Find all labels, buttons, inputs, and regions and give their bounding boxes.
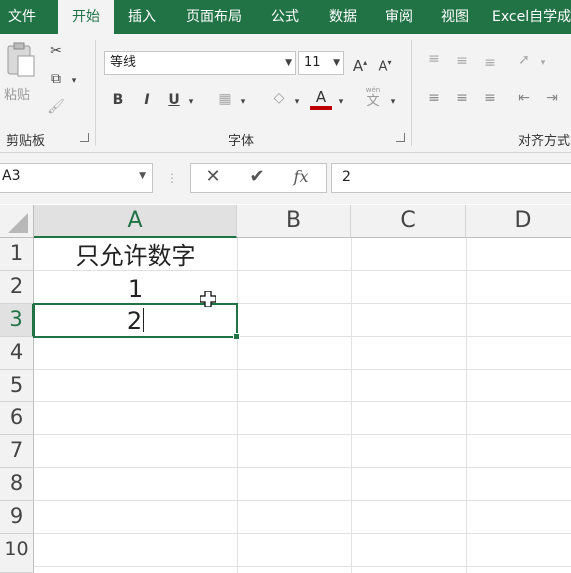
align-middle-icon[interactable]: ≡: [452, 52, 472, 70]
alignment-group-label: 对齐方式: [518, 134, 571, 149]
align-left-icon[interactable]: ≡: [424, 89, 444, 107]
column-header-c[interactable]: C: [351, 205, 466, 238]
align-top-icon[interactable]: ≡: [424, 50, 444, 68]
phonetic-dropdown-icon[interactable]: ▾: [388, 93, 398, 111]
align-bottom-icon[interactable]: ≡: [480, 54, 500, 72]
grid-line: [466, 238, 467, 573]
text-cursor: [143, 308, 145, 332]
grid-line: [34, 500, 571, 501]
decrease-indent-icon[interactable]: ⇤: [514, 89, 534, 107]
align-right-icon[interactable]: ≡: [480, 89, 500, 107]
border-icon[interactable]: ▦: [214, 90, 236, 108]
formula-bar-area: A3 ▼ ⋮ ✕ ✔ fx 2: [0, 153, 571, 204]
paste-icon[interactable]: [4, 42, 38, 78]
cancel-icon[interactable]: ✕: [203, 168, 223, 186]
formula-input[interactable]: 2: [331, 163, 571, 193]
decrease-font-size-icon[interactable]: A▾: [376, 54, 394, 76]
format-painter-icon[interactable]: 🖌: [46, 98, 66, 116]
font-color-icon[interactable]: A: [310, 88, 332, 112]
cell-select-cursor-icon: [199, 290, 217, 308]
tab-review[interactable]: 审阅: [376, 0, 422, 34]
grid-line: [34, 467, 571, 468]
select-all-button[interactable]: [0, 205, 34, 238]
ribbon-tab-bar: 文件 开始 插入 页面布局 公式 数据 审阅 视图 Excel自学成: [0, 0, 571, 34]
font-color-dropdown-icon[interactable]: ▾: [336, 93, 346, 111]
underline-dropdown-icon[interactable]: ▾: [186, 93, 196, 111]
cut-icon[interactable]: ✂: [46, 42, 66, 60]
tab-view[interactable]: 视图: [432, 0, 478, 34]
group-divider: [95, 40, 96, 146]
align-center-icon[interactable]: ≡: [452, 89, 472, 107]
font-dialog-launcher-icon[interactable]: [396, 133, 405, 142]
font-color-swatch: [310, 106, 332, 110]
fill-handle[interactable]: [233, 333, 240, 340]
font-name-value: 等线: [110, 55, 137, 70]
italic-button[interactable]: I: [138, 91, 156, 109]
tab-excel-learning[interactable]: Excel自学成: [492, 0, 571, 34]
active-cell-a3[interactable]: 2: [33, 303, 240, 340]
font-size-combo[interactable]: 11 ▼: [298, 51, 344, 75]
bold-button[interactable]: B: [109, 91, 127, 109]
clipboard-dialog-launcher-icon[interactable]: [80, 133, 89, 142]
cell-a3: 2: [126, 307, 143, 335]
row-header-6[interactable]: 6: [0, 402, 34, 435]
font-size-value: 11: [304, 55, 321, 70]
more-options-icon[interactable]: ⋮: [166, 169, 178, 187]
row-header-1[interactable]: 1: [0, 238, 34, 271]
grid-line: [34, 533, 571, 534]
row-header-9[interactable]: 9: [0, 501, 34, 534]
insert-function-icon[interactable]: fx: [289, 168, 313, 186]
row-header-5[interactable]: 5: [0, 370, 34, 402]
tab-page-layout[interactable]: 页面布局: [176, 0, 252, 34]
cell-a1[interactable]: 只允许数字: [34, 240, 237, 272]
grid-line: [34, 401, 571, 402]
paste-button-label[interactable]: 粘贴: [4, 84, 30, 103]
border-dropdown-icon[interactable]: ▾: [238, 93, 248, 111]
phonetic-guide-icon[interactable]: wén 文: [362, 86, 384, 112]
tab-insert[interactable]: 插入: [122, 0, 162, 34]
grid-line: [34, 434, 571, 435]
tab-home[interactable]: 开始: [58, 0, 114, 34]
row-header-2[interactable]: 2: [0, 271, 34, 304]
ribbon-home: 粘贴 ✂ ⧉ ▾ 🖌 剪贴板 等线 ▼ 11 ▼ A▴ A▾ B I U ▾ ▦…: [0, 34, 571, 153]
tab-formulas[interactable]: 公式: [262, 0, 308, 34]
increase-font-size-icon[interactable]: A▴: [351, 54, 369, 75]
grid-line: [34, 566, 571, 567]
row-header-3[interactable]: 3: [0, 304, 34, 337]
row-header-10[interactable]: 10: [0, 534, 34, 573]
name-box-value: A3: [2, 168, 21, 184]
column-header-a[interactable]: A: [34, 205, 237, 238]
grid-line: [237, 238, 238, 573]
tab-file[interactable]: 文件: [0, 0, 44, 34]
copy-dropdown-icon[interactable]: ▾: [68, 72, 80, 90]
column-header-d[interactable]: D: [466, 205, 571, 238]
chevron-down-icon[interactable]: ▼: [285, 52, 292, 74]
font-group-label: 字体: [228, 134, 255, 149]
grid-line: [351, 238, 352, 573]
chevron-down-icon[interactable]: ▼: [333, 52, 340, 74]
row-header-7[interactable]: 7: [0, 435, 34, 468]
chevron-down-icon[interactable]: ▼: [139, 171, 146, 181]
orientation-dropdown-icon[interactable]: ▾: [538, 54, 548, 72]
grid-line: [34, 369, 571, 370]
copy-icon[interactable]: ⧉: [46, 70, 66, 88]
enter-icon[interactable]: ✔: [247, 168, 267, 186]
fill-color-icon[interactable]: ◇: [268, 89, 290, 107]
formula-content: 2: [342, 169, 351, 185]
fill-color-dropdown-icon[interactable]: ▾: [292, 93, 302, 111]
underline-button[interactable]: U: [165, 91, 183, 109]
row-header-4[interactable]: 4: [0, 337, 34, 370]
tab-data[interactable]: 数据: [320, 0, 366, 34]
column-header-b[interactable]: B: [237, 205, 351, 238]
row-header-8[interactable]: 8: [0, 468, 34, 501]
clipboard-group-label: 剪贴板: [6, 134, 46, 149]
group-divider: [411, 40, 412, 146]
increase-indent-icon[interactable]: ⇥: [542, 89, 562, 107]
name-box[interactable]: A3 ▼: [0, 163, 153, 193]
font-name-combo[interactable]: 等线 ▼: [104, 51, 296, 75]
orientation-icon[interactable]: ➚: [514, 51, 534, 69]
formula-buttons: ✕ ✔ fx: [190, 163, 327, 193]
